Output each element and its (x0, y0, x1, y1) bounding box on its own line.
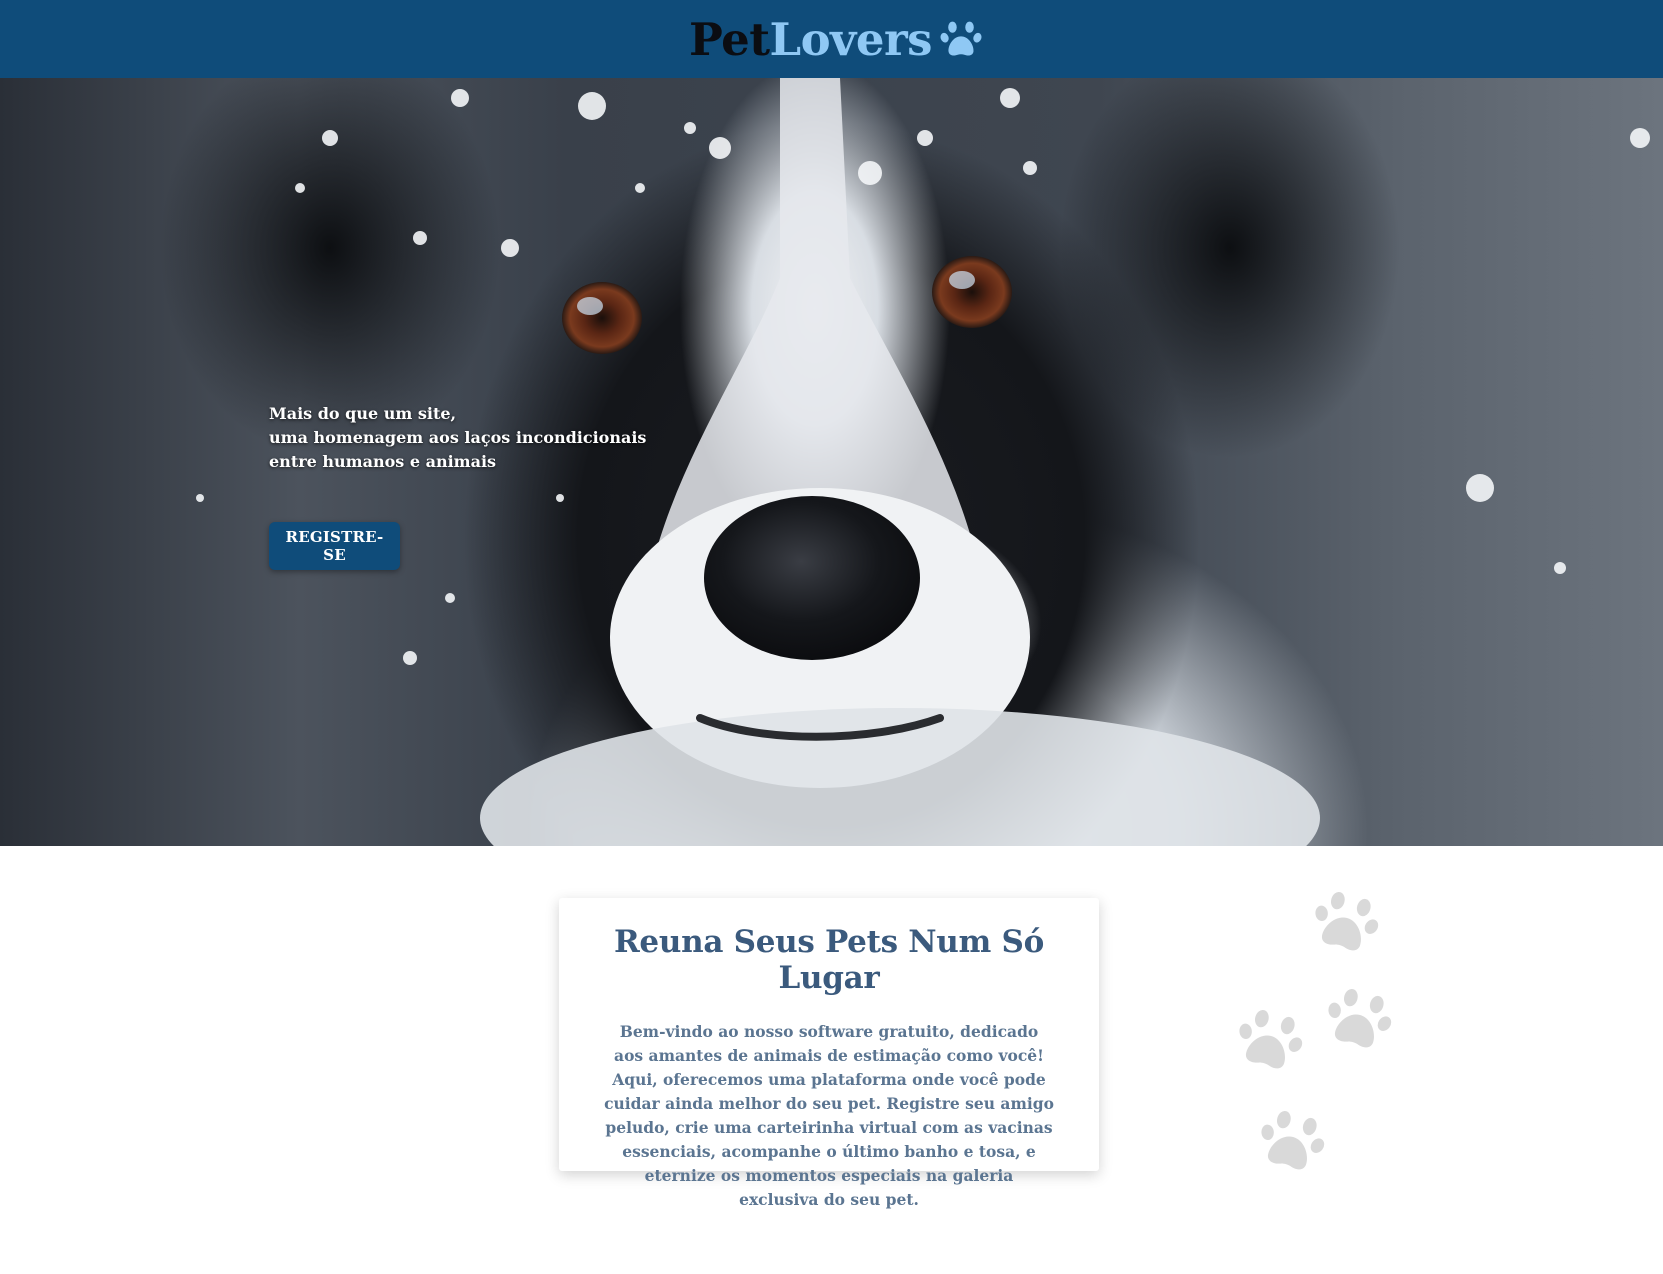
info-description: Bem-vindo ao nosso software gratuito, de… (604, 1022, 1054, 1209)
logo-text-pet: Pet (688, 12, 770, 66)
hero-tagline-line-2: uma homenagem aos laços incondicionais (269, 428, 647, 447)
register-button[interactable]: REGISTRE-SE (269, 522, 400, 570)
hero-banner: Mais do que um site, uma homenagem aos l… (0, 78, 1663, 846)
site-header: Pet Lovers (0, 0, 1663, 78)
logo-text-lovers: Lovers (769, 12, 933, 66)
paw-print-icon (1315, 891, 1379, 951)
info-card: Reuna Seus Pets Num Só Lugar Bem-vindo a… (559, 898, 1099, 1209)
hero-dog-image (160, 78, 1650, 846)
hero-tagline: Mais do que um site, uma homenagem aos l… (269, 402, 646, 474)
paw-print-icon (1328, 988, 1392, 1048)
paw-print-icon (1261, 1110, 1325, 1170)
paw-print-icon (1239, 1009, 1303, 1069)
site-logo[interactable]: Pet Lovers (689, 17, 982, 62)
hero-tagline-line-3: entre humanos e animais (269, 452, 497, 471)
paw-icon (940, 21, 982, 56)
hero-tagline-line-1: Mais do que um site, (269, 404, 457, 423)
info-title: Reuna Seus Pets Num Só Lugar (613, 924, 1045, 996)
